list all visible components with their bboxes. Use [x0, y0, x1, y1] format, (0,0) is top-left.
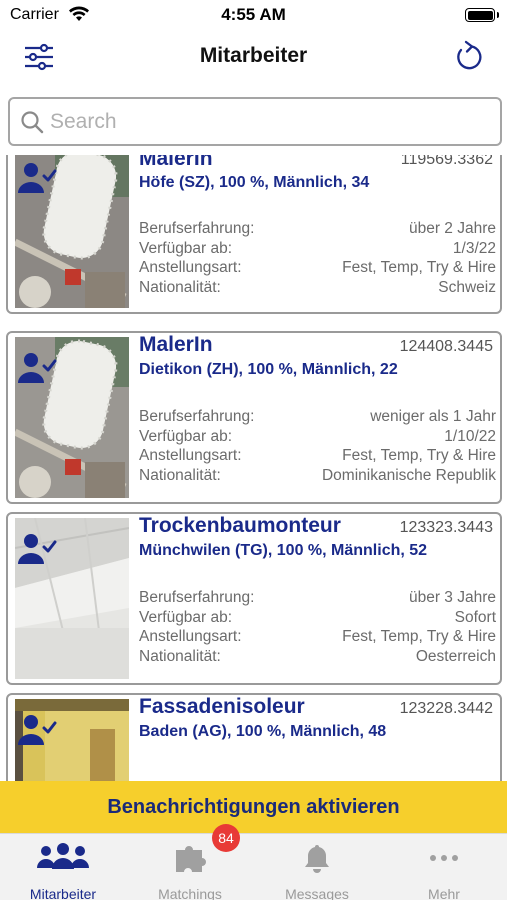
employee-details: Berufserfahrung: weniger als 1 Jahr Verfü… — [139, 408, 496, 486]
search-icon — [21, 111, 44, 134]
tab-label: Messages — [285, 886, 349, 900]
tab-bar: Mitarbeiter 84 Matchings Messages Mehr — [0, 824, 507, 900]
tab-matchings[interactable]: 84 Matchings — [127, 824, 253, 900]
bell-icon — [305, 845, 329, 873]
employee-card[interactable]: MalerIn 119569.3362 Höfe (SZ), 100 %, Mä… — [6, 155, 502, 314]
tab-label: Mehr — [428, 886, 460, 900]
enable-notifications-button[interactable]: Benachrichtigungen aktivieren — [0, 781, 507, 833]
battery-icon — [465, 8, 499, 22]
detail-row-experience: Berufserfahrung: über 2 Jahre — [139, 220, 496, 237]
detail-row-available: Verfügbar ab: 1/3/22 — [139, 239, 496, 257]
people-icon — [37, 843, 89, 869]
detail-row-experience: Berufserfahrung: weniger als 1 Jahr — [139, 408, 496, 425]
employee-list[interactable]: MalerIn 119569.3362 Höfe (SZ), 100 %, Mä… — [0, 155, 507, 781]
tab-mitarbeiter[interactable]: Mitarbeiter — [0, 834, 126, 900]
detail-row-nationality: Nationalität: Schweiz — [139, 278, 496, 296]
job-title: MalerIn — [139, 155, 213, 170]
refresh-button[interactable] — [451, 40, 485, 74]
employee-id: 123228.3442 — [399, 700, 493, 717]
job-title: Trockenbaumonteur — [139, 514, 341, 537]
navigation-bar: Mitarbeiter — [0, 36, 507, 82]
person-check-icon — [18, 715, 57, 745]
employee-card[interactable]: MalerIn 124408.3445 Dietikon (ZH), 100 %… — [6, 331, 502, 504]
status-bar: Carrier 4:55 AM — [0, 0, 507, 30]
detail-row-employment: Anstellungsart: Fest, Temp, Try & Hire — [139, 259, 496, 276]
employee-details: Berufserfahrung: über 3 Jahre Verfügbar a… — [139, 589, 496, 667]
employee-card[interactable]: Trockenbaumonteur 123323.3443 Münchwilen… — [6, 512, 502, 685]
detail-row-nationality: Nationalität: Oesterreich — [139, 647, 496, 665]
tab-mehr[interactable]: Mehr — [381, 834, 507, 900]
person-check-icon — [18, 534, 57, 564]
tab-label: Matchings — [158, 886, 222, 900]
employee-details: Berufserfahrung: über 2 Jahre Verfügbar a… — [139, 220, 496, 298]
puzzle-icon — [176, 846, 206, 872]
employee-summary: Münchwilen (TG), 100 %, Männlich, 52 — [139, 542, 428, 559]
person-check-icon — [18, 163, 57, 193]
employee-photo — [15, 699, 129, 781]
employee-summary: Höfe (SZ), 100 %, Männlich, 34 — [139, 174, 370, 191]
person-check-icon — [18, 353, 57, 383]
detail-row-available: Verfügbar ab: Sofort — [139, 608, 496, 626]
page-title: Mitarbeiter — [199, 44, 308, 67]
matchings-count-badge: 84 — [212, 824, 240, 852]
tab-label: Mitarbeiter — [29, 886, 97, 900]
clock-time: 4:55 AM — [221, 5, 286, 24]
employee-photo — [15, 337, 129, 498]
search-bar[interactable] — [8, 97, 502, 146]
refresh-icon — [457, 40, 482, 70]
employee-id: 123323.3443 — [399, 519, 493, 536]
detail-row-experience: Berufserfahrung: über 3 Jahre — [139, 589, 496, 606]
job-title: MalerIn — [139, 333, 213, 356]
employee-summary: Dietikon (ZH), 100 %, Männlich, 22 — [139, 361, 398, 378]
job-title: Fassadenisoleur — [139, 695, 305, 718]
detail-row-available: Verfügbar ab: 1/10/22 — [139, 427, 496, 445]
employee-photo — [15, 155, 129, 308]
employee-summary: Baden (AG), 100 %, Männlich, 48 — [139, 723, 387, 740]
tab-messages[interactable]: Messages — [254, 834, 380, 900]
detail-row-employment: Anstellungsart: Fest, Temp, Try & Hire — [139, 628, 496, 645]
employee-id: 124408.3445 — [399, 338, 493, 355]
more-icon — [430, 855, 458, 861]
employee-id: 119569.3362 — [400, 155, 493, 168]
detail-row-employment: Anstellungsart: Fest, Temp, Try & Hire — [139, 447, 496, 464]
detail-row-nationality: Nationalität: Dominikanische Republik — [139, 466, 496, 484]
search-input[interactable] — [50, 107, 490, 137]
employee-card[interactable]: Fassadenisoleur 123228.3442 Baden (AG), … — [6, 693, 502, 781]
employee-photo — [15, 518, 129, 679]
